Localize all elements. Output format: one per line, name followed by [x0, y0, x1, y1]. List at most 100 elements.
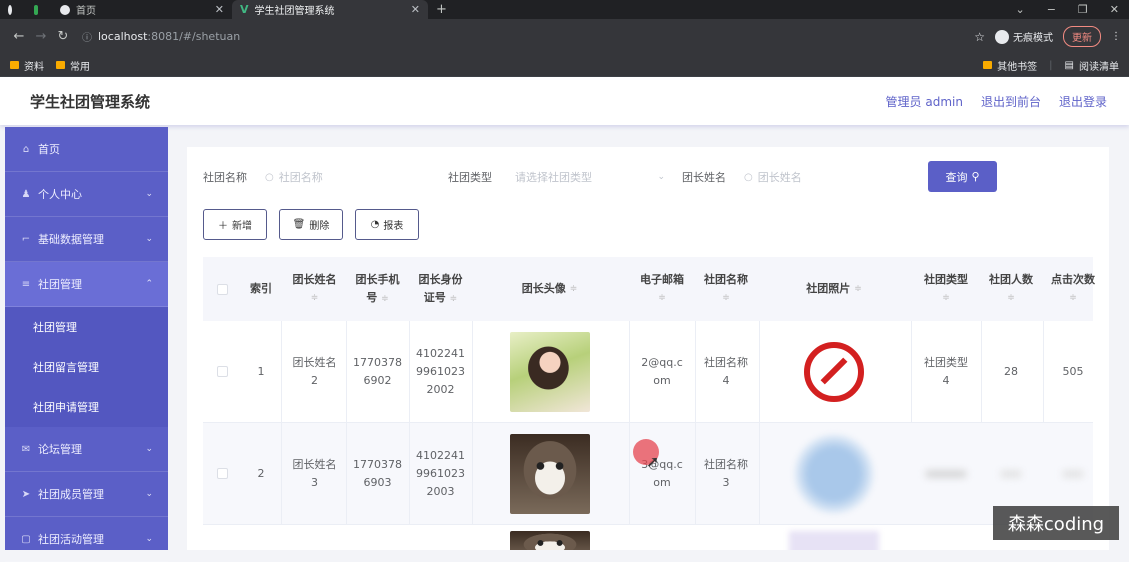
cell-text: 4	[722, 373, 730, 387]
url-field[interactable]: ⓘ localhost:8081/#/shetuan	[82, 26, 240, 48]
reading-list[interactable]: ▤ 阅读清单	[1065, 58, 1119, 73]
sort-icon[interactable]: ≑	[854, 280, 862, 298]
sort-icon[interactable]: ≑	[942, 289, 950, 307]
tab-home[interactable]: 首页 ✕	[52, 0, 232, 19]
sort-icon[interactable]: ≑	[722, 289, 730, 307]
sidebar-subitem-club-message[interactable]: 社团留言管理	[5, 347, 168, 387]
col-leader-phone[interactable]: 团长手机号 ≑	[346, 257, 409, 321]
col-clicks[interactable]: 点击次数 ≑	[1043, 257, 1103, 321]
bookmark-label: 常用	[70, 61, 90, 73]
header-label: 社团名称	[704, 273, 748, 286]
search-icon: ○	[265, 171, 274, 183]
header-label: 社团人数	[989, 273, 1033, 286]
cell-leader-phone: 1770378 6903	[346, 423, 409, 524]
bookmark-folder[interactable]: 资料	[10, 58, 44, 73]
avatar[interactable]	[509, 433, 590, 514]
cell-text: 1770378	[353, 457, 402, 471]
sort-icon[interactable]: ≑	[1007, 289, 1015, 307]
delete-button[interactable]: 🗑 删除	[279, 209, 343, 240]
logout-link[interactable]: 退出登录	[1059, 93, 1107, 110]
col-club-photo[interactable]: 社团照片 ≑	[759, 257, 909, 321]
sidebar-item-basedata[interactable]: ⌐ 基础数据管理 ⌄	[5, 217, 168, 262]
tab-active[interactable]: V 学生社团管理系统 ✕	[232, 0, 428, 19]
cell-email: 2@qq.c om	[629, 321, 695, 422]
sidebar-item-profile[interactable]: ♟ 个人中心 ⌄	[5, 172, 168, 217]
close-window-icon[interactable]: ✕	[1110, 3, 1119, 16]
query-button[interactable]: 查询 ⚲	[928, 161, 997, 192]
cell-text: 2002	[426, 382, 455, 396]
restore-icon[interactable]: ❐	[1078, 3, 1088, 16]
update-button[interactable]: 更新	[1063, 26, 1101, 47]
report-button[interactable]: ◔ 报表	[355, 209, 419, 240]
star-icon[interactable]: ☆	[974, 30, 985, 44]
sidebar-item-home[interactable]: ⌂ 首页	[5, 127, 168, 172]
col-club-name[interactable]: 社团名称 ≑	[695, 257, 757, 321]
row-checkbox[interactable]	[216, 468, 228, 479]
menu-icon[interactable]: ⋮	[1111, 31, 1121, 42]
club-type-select[interactable]: 请选择社团类型 ⌄	[515, 169, 665, 185]
leader-name-input[interactable]: ○ 团长姓名	[744, 169, 802, 185]
app-header: 学生社团管理系统 管理员 admin 退出到前台 退出登录	[0, 77, 1129, 125]
sort-icon[interactable]: ≑	[381, 294, 389, 304]
col-leader-name[interactable]: 团长姓名 ≑	[283, 257, 346, 321]
user-icon: ♟	[21, 188, 31, 200]
club-logo[interactable]	[794, 433, 874, 514]
sidebar-subitem-club[interactable]: 社团管理	[5, 307, 168, 347]
sidebar-item-members[interactable]: ➤ 社团成员管理 ⌄	[5, 472, 168, 517]
cell-leader-name: 团长姓名 2	[283, 321, 346, 422]
address-bar: ← → ↻ ⓘ localhost:8081/#/shetuan ☆ 无痕模式 …	[0, 19, 1129, 54]
select-all-checkbox[interactable]	[216, 283, 228, 295]
sort-icon[interactable]: ≑	[1069, 289, 1077, 307]
forward-icon[interactable]: →	[30, 29, 52, 44]
club-logo[interactable]	[789, 531, 879, 550]
to-front-link[interactable]: 退出到前台	[981, 93, 1041, 110]
col-club-count[interactable]: 社团人数 ≑	[981, 257, 1041, 321]
cell-leader-phone: 1770378 6902	[346, 321, 409, 422]
col-email[interactable]: 电子邮箱 ≑	[629, 257, 695, 321]
sidebar-item-club[interactable]: ≡ 社团管理 ⌃	[5, 262, 168, 307]
col-leader-avatar[interactable]: 团长头像 ≑	[472, 257, 627, 321]
other-bookmarks[interactable]: 其他书签	[983, 58, 1037, 73]
back-icon[interactable]: ←	[8, 29, 30, 44]
table-row[interactable]: 1 团长姓名 2 1770378 6902 4102241 9961023 2002 2…	[203, 321, 1093, 423]
avatar[interactable]	[509, 331, 590, 412]
table-row[interactable]	[203, 525, 1093, 550]
cell-text: 9961023	[416, 364, 465, 378]
col-club-type[interactable]: 社团类型 ≑	[911, 257, 981, 321]
sort-icon[interactable]: ≑	[450, 294, 458, 304]
cell-text: om	[653, 373, 671, 387]
sidebar-item-forum[interactable]: ✉ 论坛管理 ⌄	[5, 427, 168, 472]
header-label: 团长身份	[418, 272, 463, 286]
bookmark-folder[interactable]: 常用	[56, 58, 90, 73]
sidebar-item-activities[interactable]: ▢ 社团活动管理 ⌄	[5, 517, 168, 562]
blurred-text	[1063, 470, 1083, 477]
minimize-icon[interactable]: −	[1047, 3, 1056, 16]
close-icon[interactable]: ✕	[215, 3, 224, 16]
row-checkbox[interactable]	[216, 366, 228, 377]
folder-icon	[56, 61, 65, 69]
sidebar: ⌂ 首页 ♟ 个人中心 ⌄ ⌐ 基础数据管理 ⌄ ≡ 社团管理 ⌃ 社团管理 社…	[5, 127, 168, 562]
reload-icon[interactable]: ↻	[52, 29, 74, 44]
sort-icon[interactable]: ≑	[658, 289, 666, 307]
sort-icon[interactable]: ≑	[570, 280, 578, 298]
incognito-indicator[interactable]: 无痕模式	[995, 29, 1053, 44]
avatar[interactable]	[509, 531, 590, 550]
close-icon[interactable]: ✕	[411, 3, 420, 16]
new-tab-button[interactable]: +	[428, 0, 452, 19]
tab-github[interactable]	[0, 0, 26, 19]
add-button[interactable]: ＋ 新增	[203, 209, 267, 240]
club-name-input[interactable]: ○ 社团名称	[265, 169, 323, 185]
sort-icon[interactable]: ≑	[311, 289, 319, 307]
tab-sheet[interactable]	[26, 0, 52, 19]
cell-text: 6902	[363, 373, 392, 387]
globe-icon	[60, 4, 70, 15]
divider	[281, 423, 282, 524]
club-type-placeholder: 请选择社团类型	[515, 171, 592, 184]
delete-label: 删除	[309, 221, 330, 232]
sidebar-subitem-club-apply[interactable]: 社团申请管理	[5, 387, 168, 427]
admin-label: 管理员 admin	[885, 94, 963, 109]
club-logo[interactable]	[804, 341, 864, 402]
chevron-down-icon: ⌄	[145, 234, 153, 244]
col-leader-id[interactable]: 团长身份 证号 ≑	[409, 257, 472, 321]
tab-search-icon[interactable]: ⌄	[1015, 3, 1024, 16]
